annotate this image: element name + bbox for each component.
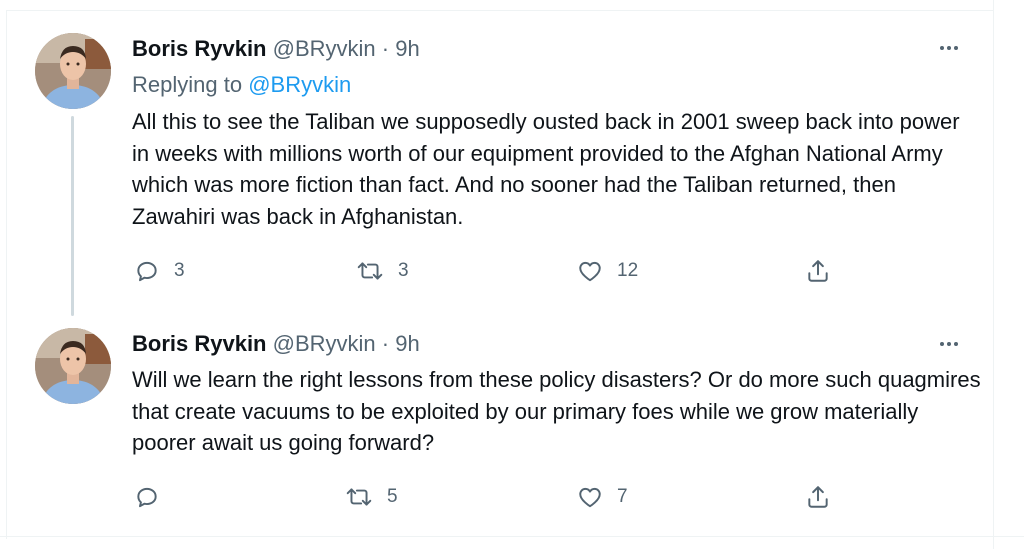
heart-icon (577, 258, 603, 284)
author-handle[interactable]: @BRyvkin (273, 36, 376, 61)
timestamp[interactable]: 9h (395, 36, 419, 61)
separator: · (381, 331, 390, 356)
author-name[interactable]: Boris Ryvkin (132, 331, 267, 356)
like-button[interactable]: 7 (577, 484, 628, 510)
tweet-text: Will we learn the right lessons from the… (132, 367, 981, 455)
timestamp[interactable]: 9h (395, 331, 419, 356)
retweet-button[interactable]: 5 (345, 484, 398, 510)
tweet-actions: 5 7 (0, 484, 1024, 514)
share-button[interactable] (805, 258, 831, 284)
like-button[interactable]: 12 (577, 258, 638, 284)
replying-prefix: Replying to (132, 72, 243, 97)
retweet-icon (356, 258, 384, 284)
avatar[interactable] (35, 328, 111, 404)
retweet-count: 3 (398, 260, 409, 281)
more-icon[interactable] (934, 334, 964, 354)
tweet-actions: 3 3 12 (0, 258, 1024, 288)
divider (6, 10, 994, 11)
replying-to: Replying to @BRyvkin (132, 71, 351, 99)
tweet-text: All this to see the Taliban we supposedl… (132, 109, 960, 229)
more-icon[interactable] (934, 38, 964, 58)
author-handle[interactable]: @BRyvkin (273, 331, 376, 356)
like-count: 7 (617, 486, 628, 507)
like-count: 12 (617, 260, 639, 281)
retweet-button[interactable]: 3 (356, 258, 409, 284)
separator: · (381, 36, 390, 61)
reply-button[interactable]: 3 (134, 258, 185, 284)
share-icon (805, 258, 831, 284)
retweet-icon (345, 484, 373, 510)
reply-icon (134, 484, 160, 510)
avatar[interactable] (35, 33, 111, 109)
reply-icon (134, 258, 160, 284)
tweet-header: Boris Ryvkin @BRyvkin · 9h (132, 35, 420, 63)
share-button[interactable] (805, 484, 831, 510)
heart-icon (577, 484, 603, 510)
reply-count: 3 (174, 260, 185, 281)
retweet-count: 5 (387, 486, 398, 507)
reply-button[interactable] (134, 484, 174, 510)
author-name[interactable]: Boris Ryvkin (132, 36, 267, 61)
replying-handle-link[interactable]: @BRyvkin (248, 72, 351, 97)
divider (0, 536, 1024, 537)
tweet-header: Boris Ryvkin @BRyvkin · 9h (132, 330, 420, 358)
share-icon (805, 484, 831, 510)
tweet-thread: Boris Ryvkin @BRyvkin · 9h Replying to @… (0, 0, 1024, 549)
